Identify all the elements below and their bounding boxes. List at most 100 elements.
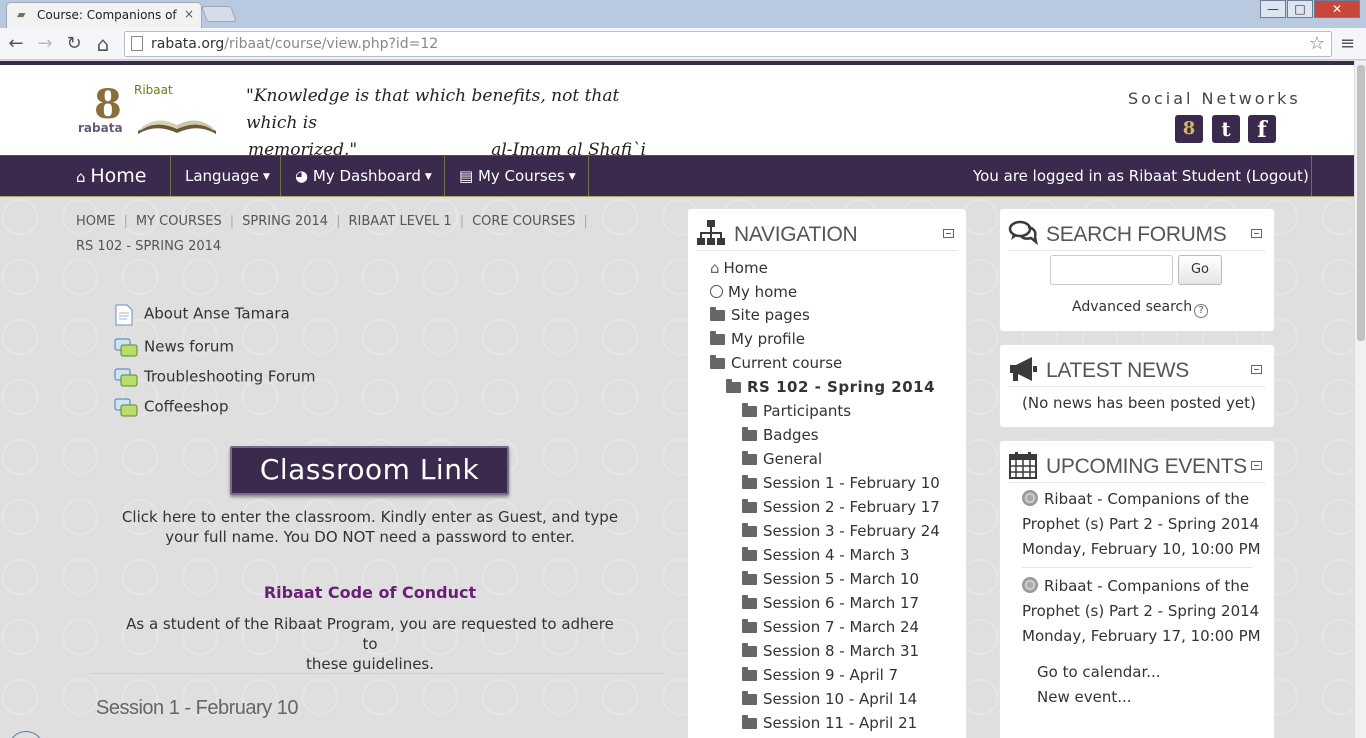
address-bar[interactable]: rabata.org/ribaat/course/view.php?id=12 … [124, 31, 1332, 57]
maximize-button[interactable]: □ [1287, 0, 1313, 18]
sitemap-icon [697, 220, 725, 245]
classroom-text-1: Click here to enter the classroom. Kindl… [121, 508, 619, 526]
nav-tree-my-profile[interactable]: My profile [710, 330, 805, 348]
folder-icon [742, 667, 757, 681]
login-status[interactable]: You are logged in as Ribaat Student (Log… [973, 156, 1312, 196]
facebook-icon[interactable]: f [1248, 115, 1276, 143]
navigation-title: NAVIGATION [734, 223, 858, 246]
event-item[interactable]: Ribaat - Companions of the Prophet (s) P… [1022, 574, 1261, 649]
event-title-1: Ribaat - Companions of the [1044, 577, 1250, 595]
minimize-button[interactable]: — [1260, 0, 1286, 18]
classroom-link-button[interactable]: Classroom Link [230, 446, 509, 495]
breadcrumb-spring-2014[interactable]: SPRING 2014 [242, 214, 328, 229]
nav-dashboard[interactable]: ◕ My Dashboard ▼ [281, 156, 445, 196]
nav-language[interactable]: Language ▼ [171, 156, 281, 196]
nav-home-label: Home [90, 165, 147, 187]
event-title-2: Prophet (s) Part 2 - Spring 2014 [1022, 515, 1260, 533]
caret-down-icon: ▼ [424, 171, 432, 182]
header-quote: "Knowledge is that which benefits, not t… [246, 83, 646, 164]
event-item[interactable]: Ribaat - Companions of the Prophet (s) P… [1022, 487, 1261, 562]
page-scrollbar[interactable] [1354, 61, 1366, 738]
activity-label: Coffeeshop [144, 397, 229, 416]
url-text[interactable]: rabata.org/ribaat/course/view.php?id=12 [151, 36, 438, 52]
nav-tree-home-label: Home [723, 259, 768, 277]
nav-tree-course-label: RS 102 - Spring 2014 [747, 378, 936, 396]
breadcrumb-separator: | [229, 214, 235, 229]
nav-tree-course-item[interactable]: Session 11 - April 21 [742, 714, 917, 732]
breadcrumb-current-course[interactable]: RS 102 - SPRING 2014 [76, 239, 221, 254]
nav-tree-course-item[interactable]: Session 3 - February 24 [742, 522, 940, 540]
forum-search-input[interactable] [1050, 255, 1173, 285]
nav-tree-current-course[interactable]: Current course [710, 354, 842, 372]
briefcase-icon: ▤ [459, 167, 474, 185]
activity-troubleshooting-forum[interactable]: Troubleshooting Forum [114, 367, 315, 387]
nav-tree-course-item-label: Session 10 - April 14 [763, 690, 918, 708]
close-window-button[interactable]: ✕ [1314, 0, 1360, 18]
browser-menu-icon[interactable]: ≡ [1340, 32, 1355, 56]
collapse-icon[interactable] [1251, 461, 1262, 470]
nav-tree-course-item-label: Session 7 - March 24 [763, 618, 920, 636]
code-of-conduct-link[interactable]: Ribaat Code of Conduct [120, 583, 620, 602]
section-divider [90, 673, 664, 674]
breadcrumb-my-courses[interactable]: MY COURSES [136, 214, 222, 229]
nav-tree-course-item[interactable]: Session 4 - March 3 [742, 546, 910, 564]
folder-icon [742, 595, 757, 609]
site-logo[interactable]: 8 Ribaat rabata [76, 79, 224, 139]
nav-tree-course-item[interactable]: Session 5 - March 10 [742, 570, 919, 588]
nav-tree-current-course-label: Current course [731, 354, 843, 372]
folder-icon [742, 523, 757, 537]
browser-titlebar: ▰ Course: Companions of th × — □ ✕ [0, 0, 1366, 28]
nav-tree-course-item[interactable]: Session 7 - March 24 [742, 618, 919, 636]
activity-news-forum[interactable]: News forum [114, 337, 234, 357]
scrollbar-thumb[interactable] [1357, 65, 1365, 341]
collapse-icon[interactable] [1251, 229, 1262, 238]
browser-tab[interactable]: ▰ Course: Companions of th × [6, 2, 202, 28]
event-date: Monday, February 17, 10:00 PM [1022, 627, 1261, 645]
search-forums-header: SEARCH FORUMS [1008, 215, 1266, 251]
nav-tree-course-item[interactable]: Session 9 - April 7 [742, 666, 898, 684]
nav-tree-course-item[interactable]: Session 8 - March 31 [742, 642, 919, 660]
bookmark-star-icon[interactable]: ☆ [1309, 33, 1325, 54]
forward-button[interactable]: → [33, 32, 57, 56]
home-button[interactable]: ⌂ [91, 32, 115, 56]
breadcrumb-level-1[interactable]: RIBAAT LEVEL 1 [348, 214, 451, 229]
back-button[interactable]: ← [4, 32, 28, 56]
activity-about[interactable]: About Anse Tamara [114, 304, 290, 326]
new-event-link[interactable]: New event... [1037, 685, 1132, 710]
advanced-search-link[interactable]: Advanced search? [1072, 299, 1209, 318]
rabata-social-icon[interactable]: 8 [1175, 115, 1203, 143]
nav-language-label: Language [185, 167, 260, 185]
latest-news-title: LATEST NEWS [1046, 359, 1189, 382]
breadcrumb-core-courses[interactable]: CORE COURSES [472, 214, 575, 229]
collapse-icon[interactable] [1251, 365, 1262, 374]
help-icon[interactable]: ? [1194, 304, 1209, 318]
nav-tree-course-item[interactable]: General [742, 450, 822, 468]
nav-tree-course[interactable]: RS 102 - Spring 2014 [726, 378, 935, 396]
collapse-icon[interactable] [943, 229, 954, 238]
go-to-calendar-link[interactable]: Go to calendar... [1037, 660, 1161, 685]
nav-tree-course-item[interactable]: Session 2 - February 17 [742, 498, 940, 516]
nav-tree-course-item[interactable]: Badges [742, 426, 819, 444]
folder-icon [742, 643, 757, 657]
quote-line-1: "Knowledge is that which benefits, not t… [246, 86, 620, 133]
search-go-button[interactable]: Go [1178, 255, 1222, 285]
twitter-icon[interactable]: t [1212, 115, 1240, 143]
tab-close-icon[interactable]: × [184, 7, 194, 21]
logo-bottom-text: rabata [78, 121, 123, 135]
navigation-block-header: NAVIGATION [696, 215, 958, 251]
folder-icon [710, 331, 725, 345]
nav-tree-course-item[interactable]: Participants [742, 402, 851, 420]
nav-tree-site-pages[interactable]: Site pages [710, 306, 810, 324]
activity-coffeeshop[interactable]: Coffeeshop [114, 397, 228, 417]
nav-tree-course-item[interactable]: Session 10 - April 14 [742, 690, 917, 708]
nav-tree-my-home[interactable]: My home [710, 283, 797, 301]
breadcrumb-home[interactable]: HOME [76, 214, 115, 229]
nav-home[interactable]: ⌂ Home [62, 156, 171, 196]
nav-tree-course-item[interactable]: Session 1 - February 10 [742, 474, 940, 492]
dashboard-icon: ◕ [295, 167, 309, 185]
new-tab-button[interactable] [201, 6, 237, 22]
reload-button[interactable]: ↻ [62, 32, 86, 56]
nav-tree-home[interactable]: ⌂ Home [710, 259, 768, 277]
nav-courses[interactable]: ▤ My Courses ▼ [445, 156, 589, 196]
nav-tree-course-item[interactable]: Session 6 - March 17 [742, 594, 919, 612]
